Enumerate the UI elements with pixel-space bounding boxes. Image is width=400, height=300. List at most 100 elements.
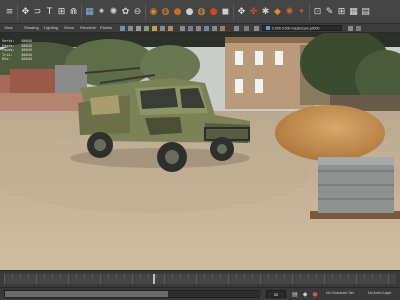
time-slider-tick [316, 274, 317, 279]
camera-settings-icon[interactable]: ✱ [260, 6, 271, 18]
time-slider-tick [268, 274, 269, 279]
snap-grid-icon[interactable]: ⊞ [56, 6, 67, 18]
grid-display-icon[interactable] [196, 26, 201, 31]
film-gate-icon[interactable] [204, 26, 209, 31]
time-slider-playhead[interactable] [153, 274, 155, 284]
time-slider-tick [92, 274, 93, 279]
time-slider-tick [164, 274, 165, 284]
snap-view-icon[interactable]: ✺ [108, 6, 119, 18]
time-slider-tick [4, 274, 5, 284]
light-editor-icon[interactable]: ◍ [196, 6, 207, 18]
menu-set-icon[interactable]: ≡ [4, 6, 15, 18]
paint-select-icon[interactable]: T [44, 6, 55, 18]
sand-pile [275, 105, 385, 161]
menu-lighting[interactable]: Lighting [44, 25, 58, 30]
current-frame-field[interactable]: 30 [266, 290, 286, 298]
time-slider-tick [148, 274, 149, 279]
sidebar-toggle-icon[interactable]: ▤ [360, 6, 371, 18]
snap-surface-icon[interactable]: ✿ [120, 6, 131, 18]
time-slider-tick [388, 274, 389, 284]
shelf-separator [17, 4, 18, 20]
panel-options-icon[interactable] [356, 26, 361, 31]
textured-icon[interactable] [168, 26, 173, 31]
time-slider[interactable] [0, 270, 400, 287]
history-icon[interactable]: ⊖ [132, 6, 143, 18]
time-slider-tick [236, 274, 237, 279]
color-management-icon[interactable] [254, 26, 259, 31]
snap-point-icon[interactable]: ⁕ [96, 6, 107, 18]
auto-key-icon[interactable]: ● [312, 291, 318, 298]
time-slider-tick [332, 274, 333, 279]
time-slider-tick [180, 274, 181, 279]
render-ipr-icon[interactable]: ◍ [160, 6, 171, 18]
time-slider-tick [340, 274, 341, 279]
time-slider-tick [44, 274, 45, 279]
grid-toggle-icon[interactable]: ▦ [348, 6, 359, 18]
shelf-separator [145, 4, 146, 20]
bookmark-icon[interactable]: ✦ [296, 6, 307, 18]
shelf-separator [309, 4, 310, 20]
range-slider-handle[interactable] [5, 291, 168, 297]
time-slider-tick [156, 274, 157, 279]
brick-pallets-left [0, 65, 90, 111]
grease-pencil-icon[interactable]: ⊡ [312, 6, 323, 18]
two-d-pan-icon[interactable]: ✎ [324, 6, 335, 18]
heads-up-display: Verts: 84645 Edges: 84645 Faces: 84645 Tris… [2, 39, 32, 62]
time-slider-tick [132, 274, 133, 284]
lock-camera-icon[interactable] [128, 26, 133, 31]
menu-show[interactable]: Show [64, 25, 74, 30]
image-plane-icon[interactable]: ✺ [284, 6, 295, 18]
move-tool-icon[interactable]: ✥ [236, 6, 247, 18]
display-grid-icon[interactable]: ▦ [84, 6, 95, 18]
keyframe-icon[interactable]: ◆ [302, 291, 308, 298]
render-frame-icon[interactable]: ◉ [148, 6, 159, 18]
range-slider-bar: 30 ▤ ◆ ● No Character Set No Anim Layer [0, 287, 400, 300]
gamma-icon[interactable] [244, 26, 249, 31]
character-set-label[interactable]: No Character Set [326, 291, 354, 295]
hypershade-icon[interactable]: ● [184, 6, 195, 18]
safe-action-icon[interactable] [220, 26, 225, 31]
time-slider-tick [52, 274, 53, 279]
select-tool-icon[interactable]: ✥ [20, 6, 31, 18]
panel-menu-bar: View Shading Lighting Show Renderer Pane… [0, 24, 400, 33]
camera-field[interactable]: 0.000 0.000 mastercam.p0000 [262, 25, 342, 31]
shadows-icon[interactable] [160, 26, 165, 31]
menu-shading[interactable]: Shading [24, 25, 39, 30]
time-slider-tick [292, 274, 293, 284]
menu-panels[interactable]: Panels [100, 25, 112, 30]
camera-attributes-icon[interactable]: ◆ [272, 6, 283, 18]
xray-icon[interactable] [180, 26, 185, 31]
exposure-icon[interactable] [234, 26, 239, 31]
wireframe-icon[interactable]: ⊞ [336, 6, 347, 18]
time-slider-tick [212, 274, 213, 279]
camera-select-icon[interactable]: ✤ [248, 6, 259, 18]
time-slider-tick [12, 274, 13, 279]
camera-indicator-icon [266, 26, 270, 30]
arnold-render-icon[interactable]: ● [208, 6, 219, 18]
panel-layout-icon[interactable] [348, 26, 353, 31]
snap-curve-icon[interactable]: ⋒ [68, 6, 79, 18]
animation-prefs-icon[interactable]: ▤ [292, 291, 298, 298]
resolution-gate-icon[interactable] [212, 26, 217, 31]
time-slider-tick [172, 274, 173, 279]
wireframe-shade-icon[interactable] [136, 26, 141, 31]
anim-layer-label[interactable]: No Anim Layer [368, 291, 392, 295]
use-lights-icon[interactable] [152, 26, 157, 31]
time-slider-tick [28, 274, 29, 279]
render-settings-icon[interactable]: ● [172, 6, 183, 18]
smooth-shade-icon[interactable] [144, 26, 149, 31]
time-slider-track[interactable] [4, 274, 396, 284]
ui-toggle-icon[interactable]: ◼ [220, 6, 231, 18]
range-slider[interactable] [4, 290, 260, 298]
time-slider-tick [116, 274, 117, 279]
menu-view[interactable]: View [4, 25, 13, 30]
time-slider-tick [140, 274, 141, 279]
time-slider-tick [36, 274, 37, 284]
isolate-select-icon[interactable] [188, 26, 193, 31]
lasso-tool-icon[interactable]: ⊃ [32, 6, 43, 18]
camera-view-icon[interactable] [120, 26, 125, 31]
time-slider-tick [284, 274, 285, 279]
time-slider-tick [276, 274, 277, 279]
viewport-3d[interactable]: Verts: 84645 Edges: 84645 Faces: 84645 Tris… [0, 33, 400, 270]
menu-renderer[interactable]: Renderer [80, 25, 97, 30]
